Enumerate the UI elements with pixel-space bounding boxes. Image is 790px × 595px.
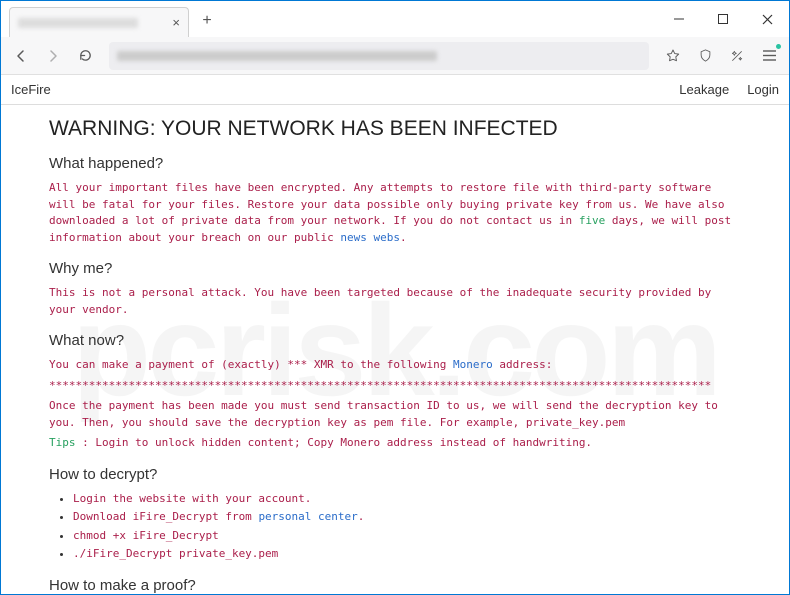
site-brand[interactable]: IceFire xyxy=(11,82,51,97)
nav-link-leakage[interactable]: Leakage xyxy=(679,82,729,97)
monero-address-masked: ****************************************… xyxy=(49,378,741,395)
tab-title-obscured xyxy=(18,18,138,28)
section-heading-what-now: What now? xyxy=(49,332,741,349)
sparkle-icon[interactable] xyxy=(723,42,751,70)
browser-titlebar: × + xyxy=(1,1,789,37)
list-item: Login the website with your account. xyxy=(73,491,741,508)
back-button[interactable] xyxy=(7,42,35,70)
list-item: ./iFire_Decrypt private_key.pem xyxy=(73,546,741,563)
tab-close-icon[interactable]: × xyxy=(172,15,180,30)
page-content: pcrisk.com WARNING: YOUR NETWORK HAS BEE… xyxy=(1,105,789,594)
tips-line: Tips : Login to unlock hidden content; C… xyxy=(49,435,741,452)
decrypt-steps-list: Login the website with your account. Dow… xyxy=(49,491,741,563)
window-close-button[interactable] xyxy=(745,1,789,37)
reload-button[interactable] xyxy=(71,42,99,70)
list-item: Download iFire_Decrypt from personal cen… xyxy=(73,509,741,526)
list-item: chmod +x iFire_Decrypt xyxy=(73,528,741,545)
window-minimize-button[interactable] xyxy=(657,1,701,37)
section-text-why-me: This is not a personal attack. You have … xyxy=(49,285,741,318)
shield-icon[interactable] xyxy=(691,42,719,70)
section-heading-why-me: Why me? xyxy=(49,260,741,277)
url-bar[interactable] xyxy=(109,42,649,70)
section-heading-how-to-decrypt: How to decrypt? xyxy=(49,466,741,483)
window-maximize-button[interactable] xyxy=(701,1,745,37)
browser-toolbar xyxy=(1,37,789,75)
page-header-bar: IceFire Leakage Login xyxy=(1,75,789,105)
section-heading-how-to-proof: How to make a proof? xyxy=(49,577,741,594)
url-text-obscured xyxy=(117,51,437,61)
browser-tab[interactable]: × xyxy=(9,7,189,37)
hamburger-menu-icon[interactable] xyxy=(755,42,783,70)
new-tab-button[interactable]: + xyxy=(193,7,221,35)
forward-button[interactable] xyxy=(39,42,67,70)
payment-instruction: You can make a payment of (exactly) *** … xyxy=(49,357,741,374)
section-heading-what-happened: What happened? xyxy=(49,155,741,172)
page-title: WARNING: YOUR NETWORK HAS BEEN INFECTED xyxy=(49,117,741,141)
section-text-what-happened: All your important files have been encry… xyxy=(49,180,741,246)
bookmark-star-icon[interactable] xyxy=(659,42,687,70)
window-controls xyxy=(657,1,789,37)
nav-link-login[interactable]: Login xyxy=(747,82,779,97)
payment-followup: Once the payment has been made you must … xyxy=(49,398,741,431)
